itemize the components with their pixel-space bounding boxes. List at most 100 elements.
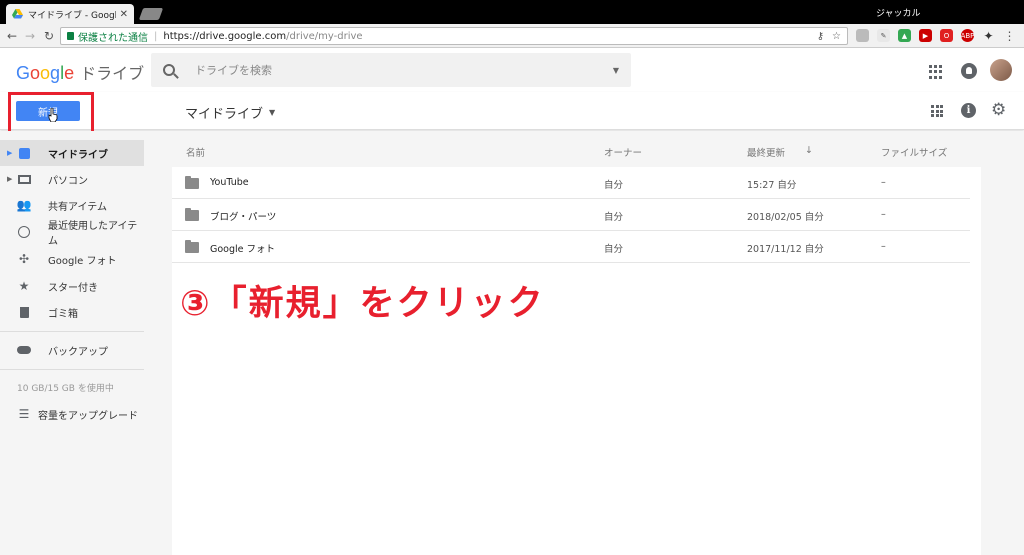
extension-icon[interactable]	[856, 29, 869, 42]
browser-tab[interactable]: マイドライブ - Google ドライブ ✕	[6, 4, 134, 24]
adblock-icon[interactable]: ABP	[961, 29, 974, 42]
sidebar-item-label: マイドライブ	[48, 149, 108, 161]
breadcrumb-label: マイドライブ	[185, 107, 264, 122]
people-icon: 👥	[16, 198, 32, 212]
info-icon[interactable]: i	[961, 103, 976, 118]
sidebar-item-google-photos[interactable]: ✣ Google フォト	[0, 246, 144, 272]
expand-arrow-icon[interactable]: ▶	[7, 149, 12, 157]
sidebar-item-computers[interactable]: ▶ パソコン	[0, 166, 144, 192]
sidebar: ▶ マイドライブ ▶ パソコン 👥 共有アイテム 最近使用したアイテム ✣ Go…	[0, 131, 172, 555]
expand-arrow-icon[interactable]: ▶	[7, 175, 12, 183]
forward-icon[interactable]: →	[25, 29, 35, 43]
drive-header: Google ドライブ ドライブを検索 ▼	[0, 48, 1024, 92]
back-icon[interactable]: ←	[7, 29, 17, 43]
table-row[interactable]: Google フォト 自分 2017/11/12 自分 –	[172, 231, 970, 263]
pocket-icon[interactable]: ✎	[877, 29, 890, 42]
chevron-down-icon: ▼	[269, 108, 276, 117]
file-name: YouTube	[210, 177, 249, 188]
file-modified: 2017/11/12 自分	[747, 244, 824, 255]
url-text: https://drive.google.com/drive/my-drive	[163, 31, 362, 42]
browser-toolbar: ← → ↻ 保護された通信 | https://drive.google.com…	[0, 24, 1024, 48]
browser-titlebar: マイドライブ - Google ドライブ ✕ ジャッカル	[0, 0, 1024, 24]
notifications-icon[interactable]	[961, 63, 977, 79]
table-row[interactable]: ブログ・パーツ 自分 2018/02/05 自分 –	[172, 199, 970, 231]
file-name: Google フォト	[210, 244, 276, 255]
computer-icon	[17, 172, 31, 186]
upgrade-storage-link[interactable]: ☰ 容量をアップグレード	[0, 401, 144, 427]
storage-icon: ☰	[18, 407, 30, 421]
avatar[interactable]	[990, 59, 1012, 81]
sidebar-item-trash[interactable]: ゴミ箱	[0, 299, 144, 325]
folder-icon	[185, 208, 199, 221]
grid-view-icon[interactable]	[931, 105, 943, 117]
sidebar-item-label: 最近使用したアイテム	[48, 221, 138, 247]
logo-letter: G	[16, 63, 31, 83]
sidebar-item-recent[interactable]: 最近使用したアイテム	[0, 219, 144, 247]
app-name: ドライブ	[80, 66, 145, 83]
column-header-owner[interactable]: オーナー	[604, 145, 642, 159]
gear-icon[interactable]: ⚙	[991, 100, 1006, 120]
table-row[interactable]: YouTube 自分 15:27 自分 –	[172, 167, 970, 199]
column-header-modified[interactable]: 最終更新	[747, 145, 785, 159]
hand-cursor-icon	[48, 108, 58, 122]
menu-icon[interactable]: ⋮	[1003, 29, 1016, 43]
pinwheel-icon: ✣	[18, 252, 30, 266]
upgrade-label: 容量をアップグレード	[38, 410, 138, 422]
clock-icon	[17, 225, 31, 239]
sidebar-divider	[0, 331, 144, 332]
file-owner: 自分	[604, 180, 624, 191]
sidebar-item-label: バックアップ	[48, 346, 108, 358]
lock-icon	[67, 32, 74, 40]
search-icon[interactable]	[163, 64, 175, 76]
search-options-caret-icon[interactable]: ▼	[613, 66, 619, 75]
tab-title: マイドライブ - Google ドライブ	[28, 10, 116, 21]
drive-favicon-icon	[12, 9, 23, 19]
drive-subheader: 新規 マイドライブ ▼	[0, 92, 1024, 136]
sidebar-item-shared[interactable]: 👥 共有アイテム	[0, 192, 144, 218]
search-bar[interactable]: ドライブを検索 ▼	[151, 53, 631, 87]
url-separator: |	[154, 30, 158, 42]
instruction-annotation: ③「新規」をクリック	[180, 284, 545, 324]
profile-name[interactable]: ジャッカル	[876, 6, 921, 19]
sort-arrow-icon[interactable]: ↓	[805, 145, 813, 156]
breadcrumb[interactable]: マイドライブ ▼	[185, 103, 275, 122]
pin-icon[interactable]: ✦	[982, 29, 995, 43]
column-header-size[interactable]: ファイルサイズ	[881, 145, 947, 159]
file-size: –	[881, 177, 886, 188]
search-input[interactable]: ドライブを検索	[195, 62, 613, 78]
opera-icon[interactable]: O	[940, 29, 953, 42]
cloud-icon	[17, 343, 31, 357]
drive-icon	[17, 146, 31, 160]
file-owner: 自分	[604, 244, 624, 255]
secure-label: 保護された通信	[78, 32, 148, 44]
sidebar-item-starred[interactable]: ★ スター付き	[0, 273, 144, 299]
file-list: YouTube 自分 15:27 自分 – ブログ・パーツ 自分 2018/02…	[172, 167, 981, 555]
sidebar-item-label: パソコン	[48, 175, 88, 187]
sidebar-item-backups[interactable]: バックアップ	[0, 337, 144, 363]
file-name: ブログ・パーツ	[210, 212, 277, 223]
new-tab-button[interactable]	[138, 8, 164, 20]
file-size: –	[881, 209, 886, 220]
column-header-name[interactable]: 名前	[186, 145, 205, 159]
logo-letter: o	[40, 63, 51, 83]
file-modified: 2018/02/05 自分	[747, 212, 824, 223]
folder-icon	[185, 176, 199, 189]
tab-close-icon[interactable]: ✕	[120, 9, 128, 20]
bookmark-star-icon[interactable]: ☆	[832, 31, 841, 42]
star-icon: ★	[18, 279, 30, 293]
reload-icon[interactable]: ↻	[44, 29, 54, 43]
folder-icon	[185, 240, 199, 253]
key-icon[interactable]: ⚷	[817, 31, 824, 42]
scrollbar[interactable]	[1010, 131, 1024, 555]
google-drive-logo[interactable]: Google ドライブ	[16, 60, 144, 84]
logo-letter: g	[50, 63, 61, 83]
apps-grid-icon[interactable]	[929, 65, 943, 79]
sidebar-item-label: 共有アイテム	[48, 201, 107, 213]
sidebar-item-label: スター付き	[48, 282, 98, 294]
drive-extension-icon[interactable]: ▲	[898, 29, 911, 42]
file-modified: 15:27 自分	[747, 180, 797, 191]
sidebar-item-my-drive[interactable]: ▶ マイドライブ	[0, 140, 144, 166]
url-host: https://drive.google.com	[163, 30, 287, 42]
youtube-extension-icon[interactable]: ▶	[919, 29, 932, 42]
address-bar[interactable]: 保護された通信 | https://drive.google.com/drive…	[60, 27, 848, 45]
